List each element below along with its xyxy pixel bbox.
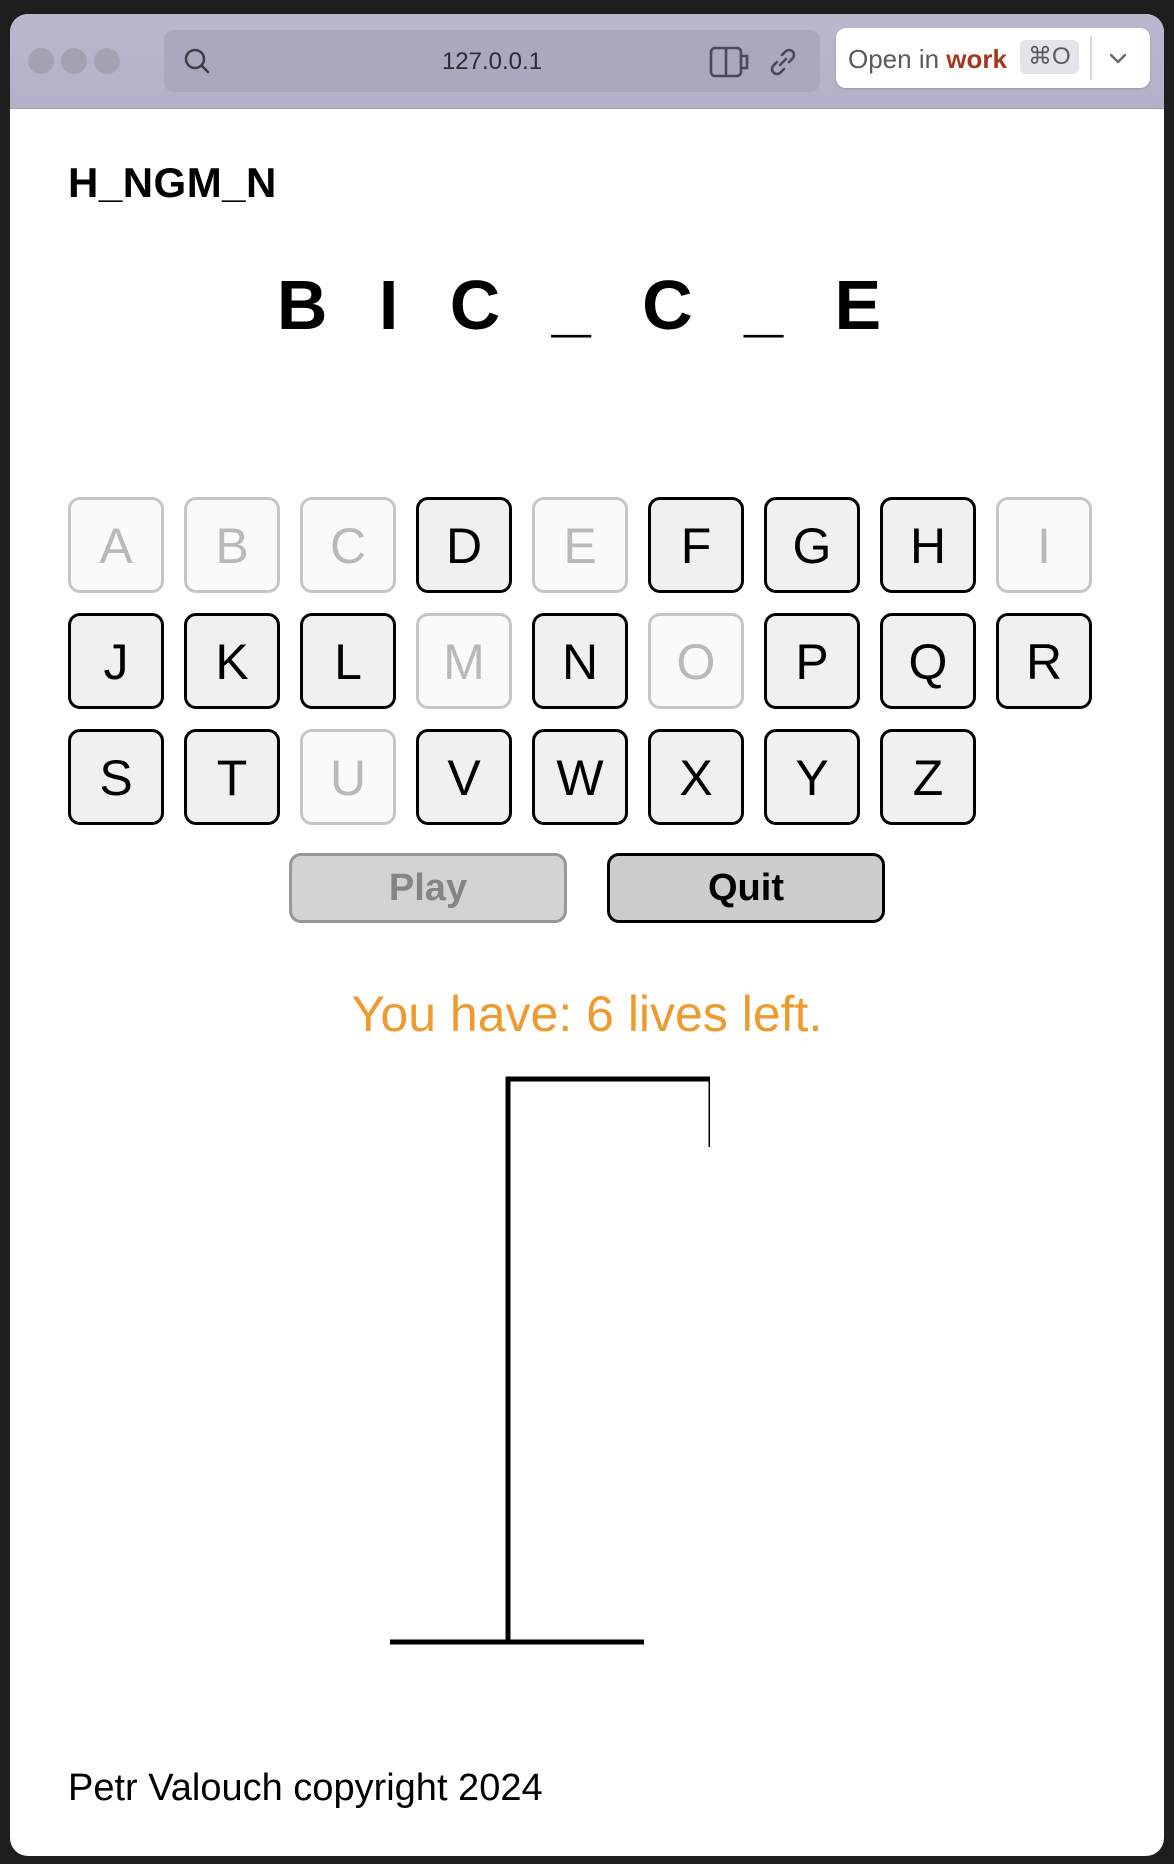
letter-key-r[interactable]: R (996, 613, 1092, 709)
divider (1090, 36, 1092, 80)
quit-button[interactable]: Quit (607, 853, 885, 923)
letter-key-a[interactable]: A (68, 497, 164, 593)
letter-key-s[interactable]: S (68, 729, 164, 825)
letter-key-z[interactable]: Z (880, 729, 976, 825)
play-button[interactable]: Play (289, 853, 567, 923)
letter-key-q[interactable]: Q (880, 613, 976, 709)
letter-key-t[interactable]: T (184, 729, 280, 825)
letter-key-o[interactable]: O (648, 613, 744, 709)
browser-window: 127.0.0.1 Open in work ⌘O H_NGM_N B I C … (10, 14, 1164, 1856)
page-content: H_NGM_N B I C _ C _ E ABCDEFGHI JKLMNOPQR… (10, 109, 1164, 1856)
link-icon[interactable] (766, 45, 800, 79)
gallows-drawing (390, 1076, 710, 1645)
letter-key-c[interactable]: C (300, 497, 396, 593)
letter-key-e[interactable]: E (532, 497, 628, 593)
letter-key-x[interactable]: X (648, 729, 744, 825)
zoom-window-button[interactable] (94, 48, 120, 74)
letter-key-p[interactable]: P (764, 613, 860, 709)
letter-key-u[interactable]: U (300, 729, 396, 825)
chevron-down-icon[interactable] (1104, 46, 1132, 70)
letter-key-f[interactable]: F (648, 497, 744, 593)
minimize-window-button[interactable] (61, 48, 87, 74)
letter-key-g[interactable]: G (764, 497, 860, 593)
close-window-button[interactable] (28, 48, 54, 74)
lives-status: You have: 6 lives left. (351, 986, 823, 1042)
hidden-word: B I C _ C _ E (276, 266, 898, 344)
open-in-profile-button[interactable]: Open in work ⌘O (836, 28, 1150, 88)
letter-key-l[interactable]: L (300, 613, 396, 709)
letter-key-m[interactable]: M (416, 613, 512, 709)
extension-icon[interactable] (708, 44, 752, 80)
letter-key-y[interactable]: Y (764, 729, 860, 825)
browser-toolbar: 127.0.0.1 Open in work ⌘O (10, 14, 1164, 109)
letter-key-i[interactable]: I (996, 497, 1092, 593)
letter-key-n[interactable]: N (532, 613, 628, 709)
profile-name: work (946, 44, 1007, 74)
letter-key-w[interactable]: W (532, 729, 628, 825)
address-bar[interactable]: 127.0.0.1 (164, 30, 820, 92)
letter-key-k[interactable]: K (184, 613, 280, 709)
letter-key-d[interactable]: D (416, 497, 512, 593)
copyright-footer: Petr Valouch copyright 2024 (68, 1767, 543, 1809)
app-logo: H_NGM_N (68, 159, 277, 206)
letter-key-j[interactable]: J (68, 613, 164, 709)
letter-key-v[interactable]: V (416, 729, 512, 825)
open-in-label: Open in work (848, 44, 1007, 74)
letter-key-h[interactable]: H (880, 497, 976, 593)
letter-key-b[interactable]: B (184, 497, 280, 593)
shortcut-badge: ⌘O (1020, 40, 1079, 74)
